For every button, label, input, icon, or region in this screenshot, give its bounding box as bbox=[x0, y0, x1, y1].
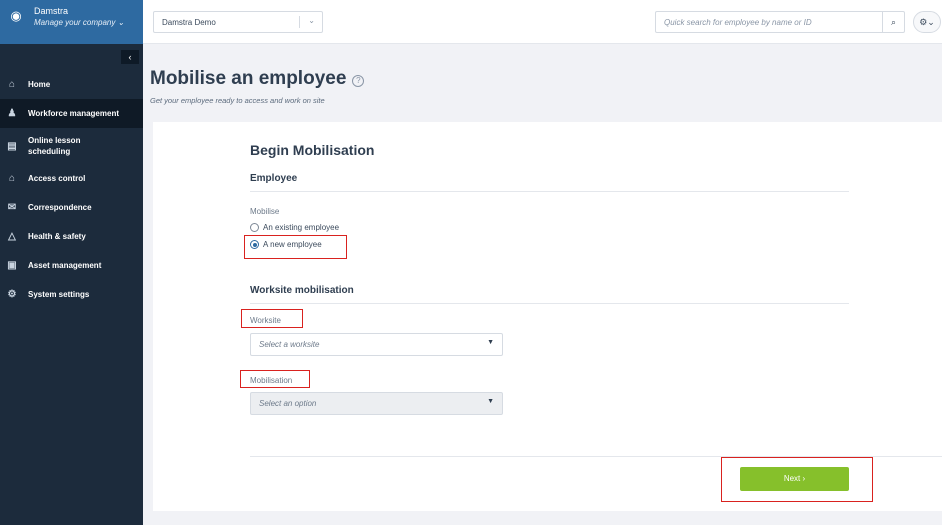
caret-down-icon: ▼ bbox=[487, 398, 494, 405]
sidebar-item-access-control[interactable]: ⌂ Access control bbox=[0, 164, 143, 193]
sidebar-item-label: Correspondence bbox=[28, 203, 92, 212]
sidebar-item-system-settings[interactable]: ⚙ System settings bbox=[0, 280, 143, 309]
sidebar-item-label: Access control bbox=[28, 174, 86, 183]
warning-icon: △ bbox=[8, 231, 16, 242]
sidebar-item-correspondence[interactable]: ✉ Correspondence bbox=[0, 193, 143, 222]
employee-section-title: Employee bbox=[250, 173, 298, 184]
select-divider bbox=[299, 16, 300, 28]
divider bbox=[250, 191, 849, 192]
caret-down-icon: ▼ bbox=[487, 339, 494, 346]
radio-button[interactable] bbox=[250, 223, 259, 232]
brand-name: Damstra bbox=[34, 6, 69, 16]
highlight-box bbox=[241, 309, 303, 328]
worksite-select[interactable]: Select a worksite ▼ bbox=[250, 333, 503, 356]
building-icon: ⌂ bbox=[8, 173, 16, 184]
sidebar-item-asset-management[interactable]: ▣ Asset management bbox=[0, 251, 143, 280]
top-bar: Damstra Demo ⌄ ⌕ ⚙⌄ bbox=[143, 0, 942, 44]
chevron-down-icon: ⌄ bbox=[308, 16, 315, 25]
sidebar-item-label: System settings bbox=[28, 290, 90, 299]
sidebar-item-label: Home bbox=[28, 80, 51, 89]
sidebar-item-label: Workforce management bbox=[28, 109, 119, 118]
page-subtitle: Get your employee ready to access and wo… bbox=[150, 96, 325, 105]
mobilisation-form-card: Begin Mobilisation Employee Mobilise An … bbox=[153, 122, 942, 511]
highlight-box bbox=[721, 457, 873, 502]
search-input[interactable] bbox=[656, 12, 882, 32]
manage-company-link[interactable]: Manage your company ⌄ bbox=[34, 18, 124, 27]
help-icon[interactable]: ? bbox=[352, 74, 365, 87]
truck-icon: ▣ bbox=[7, 260, 17, 271]
employee-search: ⌕ bbox=[655, 11, 905, 33]
begin-mobilisation-title: Begin Mobilisation bbox=[250, 142, 375, 158]
company-switcher[interactable]: ◉ Damstra Manage your company ⌄ bbox=[0, 0, 143, 44]
sidebar-item-online-lesson-scheduling[interactable]: ▤ Online lesson scheduling bbox=[0, 128, 143, 164]
mobilisation-select[interactable]: Select an option ▼ bbox=[250, 392, 503, 415]
sidebar-nav: ⌂ Home ♟ Workforce management ▤ Online l… bbox=[0, 70, 143, 309]
home-icon: ⌂ bbox=[8, 79, 16, 90]
sidebar-item-label: Online lesson scheduling bbox=[28, 136, 81, 156]
damstra-logo-icon: ◉ bbox=[10, 8, 22, 23]
gear-icon: ⚙⌄ bbox=[919, 17, 935, 27]
person-icon: ♟ bbox=[7, 108, 17, 119]
company-select[interactable]: Damstra Demo ⌄ bbox=[153, 11, 323, 33]
worksite-select-placeholder: Select a worksite bbox=[259, 340, 320, 349]
settings-menu-button[interactable]: ⚙⌄ bbox=[913, 11, 941, 33]
gears-icon: ⚙ bbox=[7, 289, 17, 300]
sidebar-item-home[interactable]: ⌂ Home bbox=[0, 70, 143, 99]
worksite-mobilisation-title: Worksite mobilisation bbox=[250, 285, 354, 296]
sidebar-item-health-safety[interactable]: △ Health & safety bbox=[0, 222, 143, 251]
page-title: Mobilise an employee bbox=[150, 68, 347, 89]
divider bbox=[250, 303, 849, 304]
chat-icon: ✉ bbox=[7, 202, 17, 213]
page-header: Mobilise an employee ? bbox=[150, 68, 365, 90]
sidebar: ◉ Damstra Manage your company ⌄ ‹ ⌂ Home… bbox=[0, 0, 143, 525]
radio-existing-employee[interactable]: An existing employee bbox=[250, 223, 339, 232]
mobilise-label: Mobilise bbox=[250, 207, 280, 216]
highlight-box bbox=[240, 370, 310, 388]
sidebar-item-label: Asset management bbox=[28, 261, 102, 270]
calendar-icon: ▤ bbox=[7, 140, 17, 152]
search-icon[interactable]: ⌕ bbox=[882, 12, 904, 32]
sidebar-item-workforce-management[interactable]: ♟ Workforce management bbox=[0, 99, 143, 128]
mobilisation-select-placeholder: Select an option bbox=[259, 399, 317, 408]
company-select-value: Damstra Demo bbox=[162, 17, 216, 27]
sidebar-item-label: Health & safety bbox=[28, 232, 86, 241]
radio-label: An existing employee bbox=[263, 223, 340, 232]
highlight-box bbox=[244, 235, 347, 259]
collapse-sidebar-button[interactable]: ‹ bbox=[121, 50, 139, 64]
